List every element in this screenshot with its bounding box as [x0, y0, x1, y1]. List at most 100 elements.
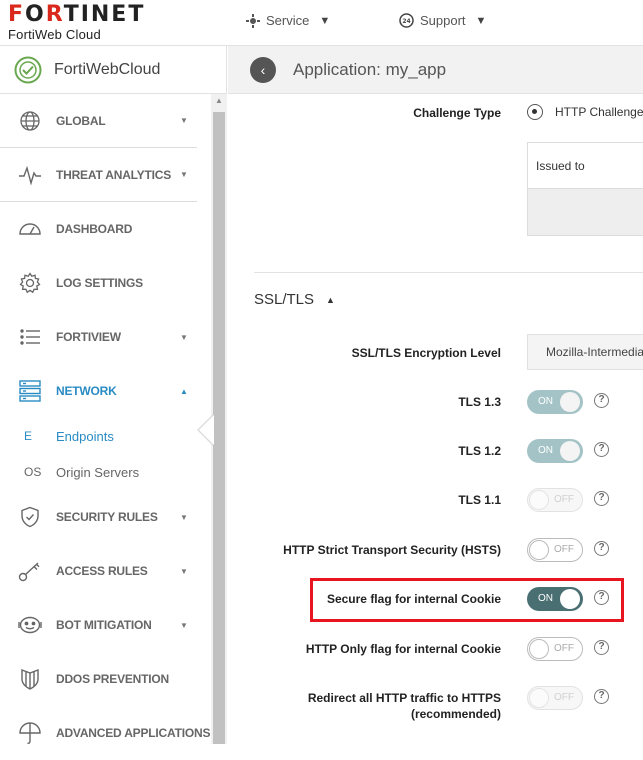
- help-icon[interactable]: ?: [594, 689, 609, 704]
- subitem-label: Origin Servers: [56, 464, 140, 480]
- help-icon[interactable]: ?: [594, 491, 609, 506]
- scroll-up-arrow-icon[interactable]: ▲: [215, 96, 223, 105]
- chevron-down-icon: ▼: [180, 512, 188, 522]
- service-menu[interactable]: Service ▼: [246, 13, 330, 28]
- sidebar-item-fortiview[interactable]: FORTIVIEW ▼: [0, 310, 211, 364]
- umbrella-icon: [18, 721, 42, 745]
- redirect-label-line2: (recommended): [410, 707, 501, 721]
- caret-up-icon: ▲: [326, 294, 335, 305]
- hsts-toggle[interactable]: OFF: [527, 538, 583, 562]
- active-panel-notch: [197, 414, 214, 446]
- service-label: Service: [266, 13, 310, 28]
- toggle-state-text: OFF: [554, 544, 574, 555]
- section-title: SSL/TLS: [254, 291, 315, 308]
- help-icon[interactable]: ?: [594, 541, 609, 556]
- challenge-option-label: HTTP Challenge: [555, 105, 643, 119]
- sidebar-item-advanced-applications[interactable]: ADVANCED APPLICATIONS: [0, 706, 211, 760]
- sidebar-nav: GLOBAL ▼ THREAT ANALYTICS ▼ DASHBOARD LO…: [0, 94, 211, 760]
- list-icon: [18, 325, 42, 349]
- subitem-prefix: OS: [24, 465, 42, 479]
- redirect-https-toggle[interactable]: OFF: [527, 686, 583, 710]
- encryption-level-select[interactable]: Mozilla-Intermedia: [527, 334, 643, 370]
- chevron-down-icon: ▼: [180, 566, 188, 576]
- sidebar-item-security-rules[interactable]: SECURITY RULES ▼: [0, 490, 211, 544]
- toggle-state-text: OFF: [554, 692, 574, 703]
- page-header: ‹ Application: my_app: [228, 46, 643, 94]
- sidebar-item-label: ADVANCED APPLICATIONS: [56, 726, 211, 740]
- shield-icon: [18, 505, 42, 529]
- sidebar-item-threat-analytics[interactable]: THREAT ANALYTICS ▼: [0, 148, 197, 202]
- brand-name: FortiWebCloud: [54, 60, 161, 78]
- scrollbar-thumb[interactable]: [213, 112, 225, 744]
- radio-selected-icon: [527, 104, 543, 120]
- chevron-down-icon: ▼: [319, 14, 331, 27]
- secure-flag-toggle[interactable]: ON: [527, 587, 583, 611]
- support-menu[interactable]: 24 Support ▼: [399, 13, 486, 28]
- hsts-label: HTTP Strict Transport Security (HSTS): [283, 543, 501, 557]
- sidebar-item-dashboard[interactable]: DASHBOARD: [0, 202, 211, 256]
- application-settings-panel: Challenge Type HTTP Challenge Issued to …: [228, 94, 643, 744]
- sidebar-item-label: GLOBAL: [56, 113, 106, 128]
- tls12-toggle[interactable]: ON: [527, 439, 583, 463]
- chevron-down-icon: ▼: [180, 332, 188, 342]
- challenge-type-radio[interactable]: HTTP Challenge: [527, 104, 643, 120]
- gear-icon: [18, 271, 42, 295]
- back-button[interactable]: ‹: [250, 56, 276, 83]
- sidebar-item-access-rules[interactable]: ACCESS RULES ▼: [0, 544, 211, 598]
- sidebar-subitem-origin-servers[interactable]: OS Origin Servers: [0, 454, 211, 490]
- chevron-left-icon: ‹: [260, 61, 266, 78]
- redirect-label-line1: Redirect all HTTP traffic to HTTPS: [307, 691, 501, 705]
- fortinet-logo[interactable]: FORTINET FortiWeb Cloud: [8, 4, 145, 43]
- product-name: FortiWeb Cloud: [8, 27, 101, 42]
- network-icon: [18, 379, 42, 403]
- toggle-state-text: OFF: [554, 643, 574, 654]
- subitem-label: Endpoints: [56, 428, 114, 444]
- svg-text:24: 24: [402, 18, 410, 25]
- tls13-label: TLS 1.3: [458, 395, 501, 409]
- chevron-up-icon: ▲: [180, 386, 188, 396]
- top-bar: FORTINET FortiWeb Cloud Service ▼ 24 Sup…: [0, 0, 643, 46]
- ddos-shield-icon: [18, 667, 42, 691]
- tls11-label: TLS 1.1: [458, 493, 501, 507]
- gauge-icon: [18, 217, 42, 241]
- subitem-prefix: E: [24, 429, 33, 443]
- sidebar-item-bot-mitigation[interactable]: BOT MITIGATION ▼: [0, 598, 211, 652]
- help-icon[interactable]: ?: [594, 393, 609, 408]
- sidebar-item-label: DDOS PREVENTION: [56, 672, 170, 686]
- sidebar-item-label: NETWORK: [56, 384, 117, 398]
- service-icon: [246, 13, 260, 28]
- sidebar-item-label: DASHBOARD: [56, 222, 133, 236]
- certificate-info-box: Issued to: [527, 142, 643, 236]
- sidebar-item-label: THREAT ANALYTICS: [56, 167, 172, 182]
- help-icon[interactable]: ?: [594, 442, 609, 457]
- sidebar-item-label: BOT MITIGATION: [56, 618, 152, 632]
- fortiweb-logo-icon: [14, 56, 42, 83]
- help-icon[interactable]: ?: [594, 640, 609, 655]
- sidebar-subitem-endpoints[interactable]: E Endpoints: [0, 418, 211, 454]
- toggle-knob: [560, 441, 580, 461]
- sidebar-brand[interactable]: FortiWebCloud: [0, 46, 226, 94]
- toggle-knob: [529, 688, 549, 708]
- encryption-level-label: SSL/TLS Encryption Level: [351, 346, 501, 360]
- toggle-knob: [560, 589, 580, 609]
- sidebar-item-global[interactable]: GLOBAL ▼: [0, 94, 197, 148]
- tls13-toggle[interactable]: ON: [527, 390, 583, 414]
- tls11-toggle[interactable]: OFF: [527, 488, 583, 512]
- sidebar-item-network[interactable]: NETWORK ▲: [0, 364, 211, 418]
- toggle-knob: [529, 490, 549, 510]
- ssl-tls-section-toggle[interactable]: SSL/TLS ▲: [254, 291, 335, 308]
- sidebar-item-label: SECURITY RULES: [56, 510, 158, 524]
- help-icon[interactable]: ?: [594, 590, 609, 605]
- sidebar: FortiWebCloud GLOBAL ▼ THREAT ANALYTICS …: [0, 46, 227, 744]
- http-only-toggle[interactable]: OFF: [527, 637, 583, 661]
- toggle-knob: [529, 639, 549, 659]
- toggle-state-text: OFF: [554, 494, 574, 505]
- sidebar-item-label: LOG SETTINGS: [56, 276, 143, 290]
- page-title: Application: my_app: [293, 59, 447, 79]
- issued-to-label: Issued to: [528, 143, 643, 189]
- sidebar-item-label: ACCESS RULES: [56, 564, 148, 578]
- sidebar-item-ddos-prevention[interactable]: DDOS PREVENTION: [0, 652, 211, 706]
- sidebar-item-log-settings[interactable]: LOG SETTINGS: [0, 256, 211, 310]
- support-icon: 24: [399, 13, 414, 28]
- globe-icon: [18, 109, 42, 133]
